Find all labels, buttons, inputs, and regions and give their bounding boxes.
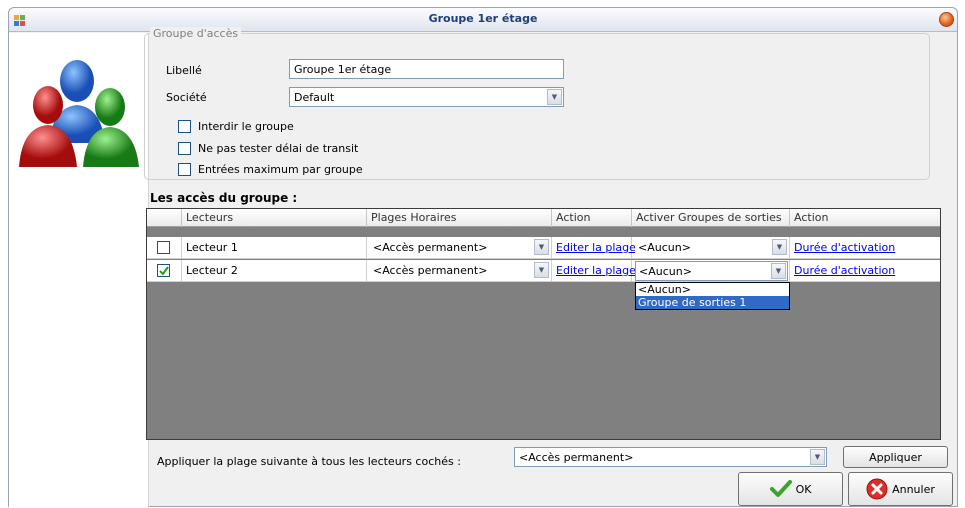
option-label-interdir: Interdir le groupe xyxy=(198,120,294,133)
left-icon-panel xyxy=(9,33,149,508)
editer-plage-link[interactable]: Editer la plage xyxy=(556,264,636,277)
chevron-down-icon[interactable]: ▼ xyxy=(772,239,787,255)
acces-grid[interactable]: Lecteurs Plages Horaires Action Activer … xyxy=(146,208,941,440)
duree-activation-link[interactable]: Durée d'activation xyxy=(794,241,895,254)
ok-button[interactable]: OK xyxy=(738,472,843,506)
row-action1-cell: Editer la plage xyxy=(552,237,636,259)
table-row: Lecteur 2 <Accès permanent> ▼ Editer la … xyxy=(147,260,940,282)
option-checkbox-interdir[interactable] xyxy=(178,120,191,133)
row-plage-select[interactable]: <Accès permanent> ▼ xyxy=(370,261,550,281)
dropdown-option-groupe-sorties-1[interactable]: Groupe de sorties 1 xyxy=(636,296,789,309)
row-checkbox[interactable] xyxy=(157,241,170,254)
row-checkbox-cell xyxy=(147,260,182,282)
header-checkbox-col xyxy=(147,209,182,227)
row-plage-value: <Accès permanent> xyxy=(373,264,488,277)
row-action1-cell: Editer la plage xyxy=(552,260,636,282)
row-groupe-cell: <Aucun> ▼ xyxy=(632,237,790,259)
header-action-1[interactable]: Action xyxy=(552,209,632,227)
row-action2-cell: Durée d'activation xyxy=(790,260,940,282)
apply-plage-select[interactable]: <Accès permanent> ▼ xyxy=(514,447,827,467)
row-plage-cell: <Accès permanent> ▼ xyxy=(367,237,552,259)
duree-activation-link[interactable]: Durée d'activation xyxy=(794,264,895,277)
checkmark-icon xyxy=(769,480,792,497)
option-label-entrees-max: Entrées maximum par groupe xyxy=(198,163,363,176)
chevron-down-icon[interactable]: ▼ xyxy=(547,89,562,105)
option-label-delai-transit: Ne pas tester délai de transit xyxy=(198,142,359,155)
apply-text: Appliquer la plage suivante à tous les l… xyxy=(157,455,461,468)
row-checkbox[interactable] xyxy=(157,264,170,277)
header-action-2[interactable]: Action xyxy=(790,209,940,227)
apply-plage-value: <Accès permanent> xyxy=(519,451,634,464)
close-icon[interactable] xyxy=(939,12,954,27)
annuler-button[interactable]: Annuler xyxy=(848,472,953,506)
row-checkbox-cell xyxy=(147,237,182,259)
chevron-down-icon[interactable]: ▼ xyxy=(534,262,549,278)
row-groupe-value: <Aucun> xyxy=(639,265,692,278)
libelle-label: Libellé xyxy=(166,64,202,77)
editer-plage-link[interactable]: Editer la plage xyxy=(556,241,636,254)
row-groupe-value: <Aucun> xyxy=(638,241,691,254)
cancel-icon xyxy=(866,478,888,500)
appliquer-button-label: Appliquer xyxy=(869,450,922,464)
option-checkbox-delai-transit[interactable] xyxy=(178,142,191,155)
appliquer-button[interactable]: Appliquer xyxy=(843,446,948,468)
groupe-sorties-dropdown[interactable]: <Aucun> Groupe de sorties 1 xyxy=(635,282,790,310)
row-plage-value: <Accès permanent> xyxy=(373,241,488,254)
groupe-acces-legend: Groupe d'accès xyxy=(150,27,242,40)
checkmark-icon xyxy=(158,265,169,276)
societe-label: Société xyxy=(166,91,207,104)
row-groupe-cell: <Aucun> ▼ xyxy=(632,260,790,282)
row-plage-cell: <Accès permanent> ▼ xyxy=(367,260,552,282)
grid-header: Lecteurs Plages Horaires Action Activer … xyxy=(147,209,940,227)
row-action2-cell: Durée d'activation xyxy=(790,237,940,259)
header-lecteurs[interactable]: Lecteurs xyxy=(182,209,367,227)
row-groupe-select[interactable]: <Aucun> ▼ xyxy=(635,238,788,258)
societe-select-value: Default xyxy=(294,91,335,104)
chevron-down-icon[interactable]: ▼ xyxy=(771,263,786,279)
libelle-input[interactable]: Groupe 1er étage xyxy=(289,59,564,79)
row-lecteur: Lecteur 1 xyxy=(182,237,367,259)
row-groupe-select[interactable]: <Aucun> ▼ xyxy=(635,261,788,281)
annuler-button-label: Annuler xyxy=(892,482,935,496)
header-plages-horaires[interactable]: Plages Horaires xyxy=(367,209,552,227)
societe-select[interactable]: Default ▼ xyxy=(289,87,564,107)
grid-section-title: Les accès du groupe : xyxy=(150,191,298,205)
ok-button-label: OK xyxy=(795,482,812,496)
dropdown-option-aucun[interactable]: <Aucun> xyxy=(636,283,789,296)
header-activer-groupes[interactable]: Activer Groupes de sorties xyxy=(632,209,790,227)
chevron-down-icon[interactable]: ▼ xyxy=(810,449,825,465)
window-title: Groupe 1er étage xyxy=(428,12,538,25)
row-lecteur: Lecteur 2 xyxy=(182,260,367,282)
chevron-down-icon[interactable]: ▼ xyxy=(534,239,549,255)
option-checkbox-entrees-max[interactable] xyxy=(178,163,191,176)
row-plage-select[interactable]: <Accès permanent> ▼ xyxy=(370,238,550,258)
table-row: Lecteur 1 <Accès permanent> ▼ Editer la … xyxy=(147,237,940,259)
users-group-icon xyxy=(19,60,139,167)
